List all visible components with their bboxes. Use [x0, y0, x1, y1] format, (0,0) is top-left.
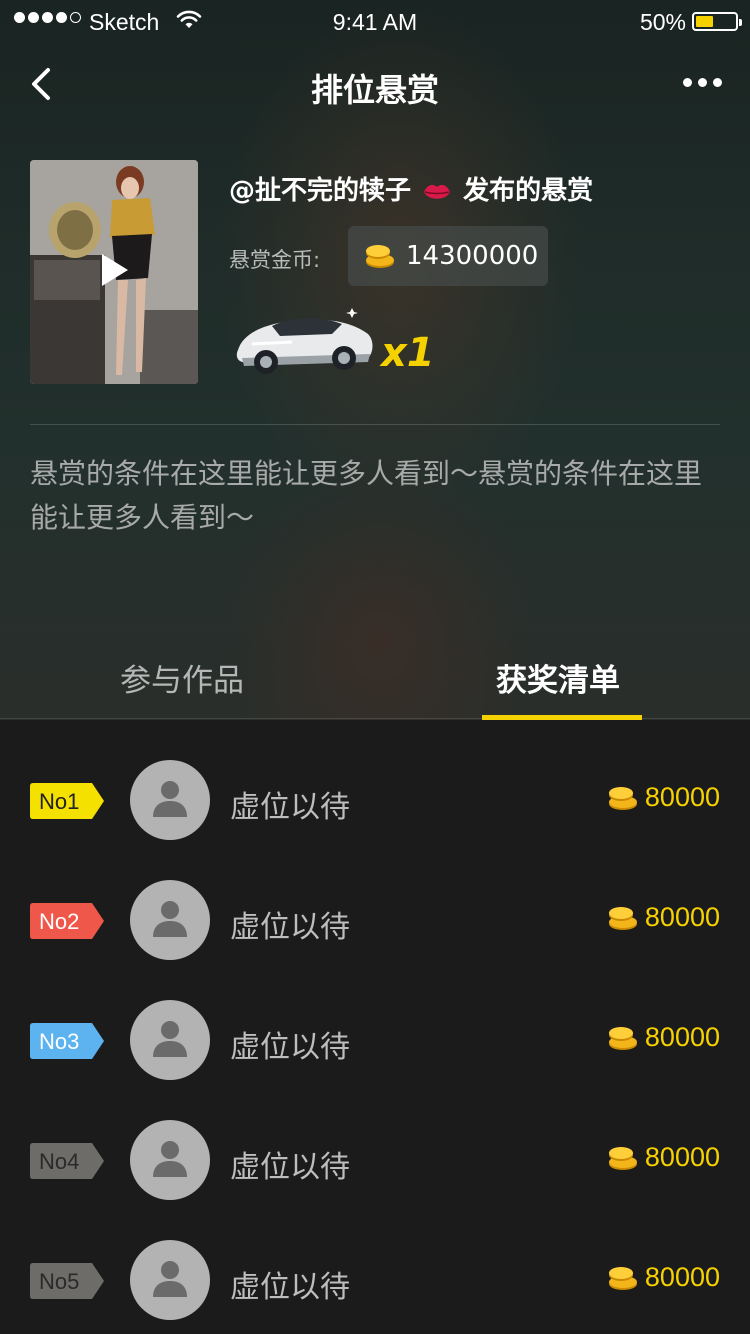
prize-amount: 80000	[644, 782, 720, 812]
coin-stack-icon	[608, 1026, 637, 1050]
coin-stack-icon	[608, 786, 637, 810]
rank-label: No4	[39, 1149, 80, 1174]
coin-stack-icon	[608, 906, 637, 930]
reward-conditions: 悬赏的条件在这里能让更多人看到～悬赏的条件在这里能让更多人看到～	[30, 457, 703, 534]
battery-percent: 50%	[639, 9, 686, 35]
prize-amount-group: 80000	[607, 902, 720, 933]
avatar[interactable]	[130, 1000, 210, 1080]
divider	[30, 424, 720, 425]
prize-amount: 80000	[644, 1142, 720, 1172]
video-thumbnail[interactable]	[30, 160, 198, 384]
play-icon	[102, 254, 128, 286]
avatar[interactable]	[130, 1120, 210, 1200]
coin-stack-icon	[608, 1266, 637, 1290]
rank-badge: No3	[30, 1023, 104, 1059]
status-time: 9:41 AM	[332, 9, 418, 35]
prize-amount: 80000	[644, 1262, 720, 1292]
avatar[interactable]	[130, 1240, 210, 1320]
battery-icon	[692, 12, 742, 31]
winner-name: 虚位以待	[230, 790, 350, 825]
winner-name: 虚位以待	[230, 910, 350, 945]
coin-box: 14300000	[348, 226, 548, 286]
more-dots-icon[interactable]	[683, 78, 722, 87]
prize-amount-group: 80000	[607, 1022, 720, 1053]
prize-list: No1 虚位以待 80000 No2 虚位以待 80000 No3 虚位以待 8…	[0, 720, 750, 1334]
winner-name: 虚位以待	[230, 1030, 350, 1065]
rank-label: No3	[39, 1029, 80, 1054]
prize-amount: 80000	[644, 1022, 720, 1052]
coin-amount: 14300000	[406, 241, 539, 271]
prize-amount-group: 80000	[607, 1262, 720, 1293]
user-silhouette-icon	[153, 781, 187, 817]
rank-label: No1	[39, 789, 80, 814]
publisher-name[interactable]: @扯不完的犊子	[229, 176, 411, 206]
prize-row[interactable]: No1 虚位以待 80000	[0, 760, 750, 880]
prize-row[interactable]: No3 虚位以待 80000	[0, 1000, 750, 1120]
user-silhouette-icon	[153, 1021, 187, 1057]
user-silhouette-icon	[153, 1141, 187, 1177]
coin-stack-icon	[608, 1146, 637, 1170]
tab-works[interactable]: 参与作品	[120, 655, 244, 700]
user-silhouette-icon	[153, 1261, 187, 1297]
winner-name: 虚位以待	[230, 1270, 350, 1305]
avatar[interactable]	[130, 760, 210, 840]
rank-badge: No2	[30, 903, 104, 939]
rank-label: No5	[39, 1269, 80, 1294]
avatar[interactable]	[130, 880, 210, 960]
status-bar: Sketch 9:41 AM 50%	[0, 0, 750, 42]
prize-row[interactable]: No5 虚位以待 80000	[0, 1240, 750, 1334]
publisher-line: @扯不完的犊子 发布的悬赏	[229, 170, 593, 207]
prize-amount-group: 80000	[607, 1142, 720, 1173]
screen: Sketch 9:41 AM 50% 排位悬赏 @扯不完的犊子 发布的悬赏 悬赏…	[0, 0, 750, 1334]
user-silhouette-icon	[153, 901, 187, 937]
page-title: 排位悬赏	[310, 71, 439, 109]
prize-row[interactable]: No4 虚位以待 80000	[0, 1120, 750, 1240]
rank-badge: No5	[30, 1263, 104, 1299]
publisher-suffix: 发布的悬赏	[463, 176, 594, 206]
prize-amount: 80000	[644, 902, 720, 932]
rank-label: No2	[39, 909, 80, 934]
prize-amount-group: 80000	[607, 782, 720, 813]
coin-label: 悬赏金币:	[229, 248, 321, 272]
prize-row[interactable]: No2 虚位以待 80000	[0, 880, 750, 1000]
tab-prize-list[interactable]: 获奖清单	[496, 655, 620, 700]
lips-emoji-icon	[424, 184, 451, 199]
rank-badge: No1	[30, 783, 104, 819]
gift-count: x1	[381, 330, 435, 376]
coin-stack-icon	[366, 245, 394, 268]
nav-bar: 排位悬赏	[0, 50, 750, 120]
winner-name: 虚位以待	[230, 1150, 350, 1185]
rank-badge: No4	[30, 1143, 104, 1179]
sports-car-gift-icon	[236, 308, 373, 374]
